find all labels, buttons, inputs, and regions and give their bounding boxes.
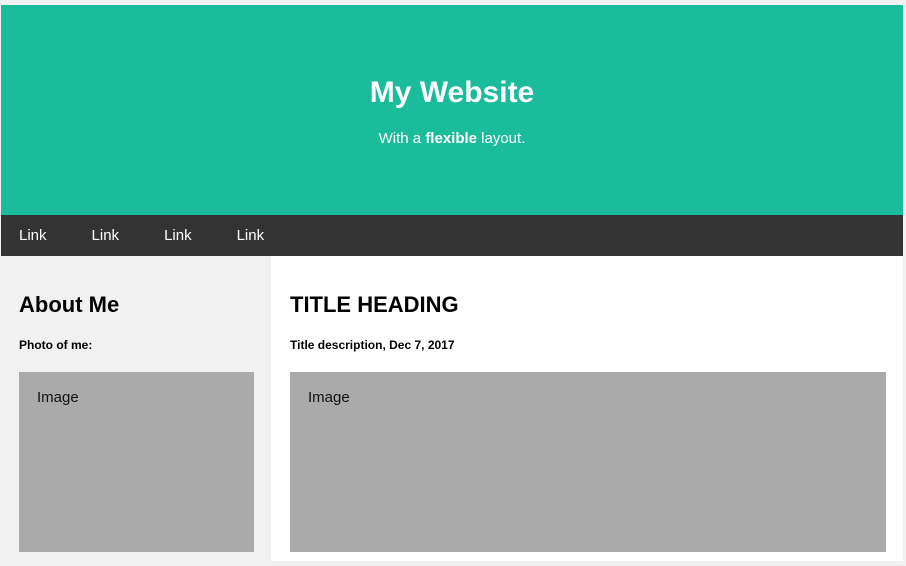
site-title: My Website	[369, 76, 535, 109]
sidebar: About Me Photo of me: Image	[1, 256, 271, 561]
sidebar-image-label: Image	[37, 389, 79, 406]
subtitle-emphasis: flexible	[425, 130, 477, 147]
site-subtitle: With a flexible layout.	[1, 129, 903, 149]
sidebar-image-placeholder: Image	[19, 372, 254, 552]
sidebar-heading: About Me	[19, 292, 120, 317]
main-heading: TITLE HEADING	[290, 292, 459, 317]
page: My Website With a flexible layout. Link …	[0, 0, 906, 566]
nav-link-4[interactable]: Link	[219, 215, 283, 256]
subtitle-prefix: With a	[378, 130, 426, 147]
nav-link-2[interactable]: Link	[74, 215, 138, 256]
main-content: TITLE HEADING Title description, Dec 7, …	[271, 256, 903, 561]
nav-link-1[interactable]: Link	[1, 215, 65, 256]
nav-link-3[interactable]: Link	[146, 215, 210, 256]
navbar: Link Link Link Link	[1, 215, 903, 256]
sidebar-caption: Photo of me:	[19, 338, 93, 352]
site-header: My Website With a flexible layout.	[1, 5, 903, 215]
main-image-placeholder: Image	[290, 372, 886, 552]
subtitle-suffix: layout.	[477, 130, 526, 147]
main-image-label: Image	[308, 389, 350, 406]
main-caption: Title description, Dec 7, 2017	[290, 338, 455, 352]
